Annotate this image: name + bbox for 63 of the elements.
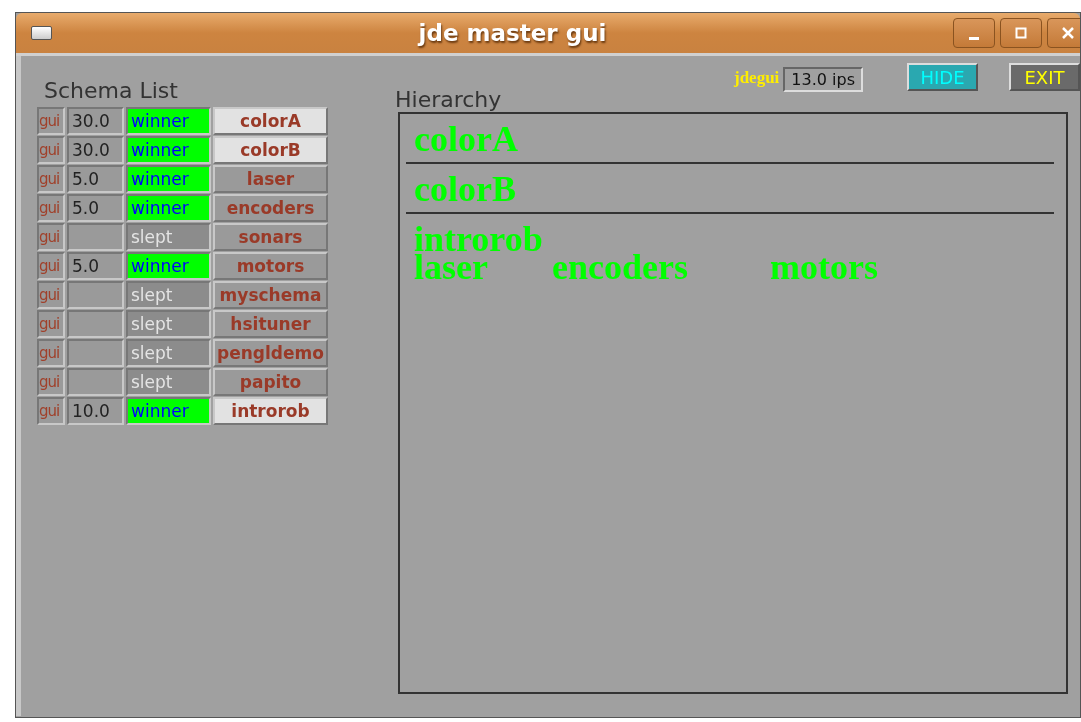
frequency-field: 5.0: [67, 194, 124, 222]
schema-button[interactable]: laser: [213, 165, 328, 193]
maximize-button[interactable]: [1000, 18, 1042, 48]
frequency-field: 10.0: [67, 397, 124, 425]
frequency-field: [67, 223, 124, 251]
state-field: winner: [126, 397, 211, 425]
state-field: slept: [126, 223, 211, 251]
gui-button[interactable]: gui: [37, 281, 65, 309]
schema-button[interactable]: hsituner: [213, 310, 328, 338]
frequency-field: 30.0: [67, 136, 124, 164]
gui-button[interactable]: gui: [37, 310, 65, 338]
gui-button[interactable]: gui: [37, 165, 65, 193]
frequency-field: 5.0: [67, 252, 124, 280]
schema-button[interactable]: papito: [213, 368, 328, 396]
schema-name: encoders: [551, 250, 688, 284]
close-button[interactable]: [1047, 18, 1080, 48]
frequency-field: 5.0: [67, 165, 124, 193]
panel-title: Hierarchy: [395, 87, 503, 112]
schema-button[interactable]: pengldemo: [213, 339, 328, 367]
panel-title: Schema List: [44, 78, 179, 103]
schema-button[interactable]: introrob: [213, 397, 328, 425]
frequency-field: 30.0: [67, 107, 124, 135]
frequency-field: [67, 368, 124, 396]
schema-name: colorA: [414, 122, 519, 156]
state-field: winner: [126, 136, 211, 164]
frequency-field: [67, 310, 124, 338]
gui-button[interactable]: gui: [37, 136, 65, 164]
gui-button[interactable]: gui: [37, 368, 65, 396]
maximize-icon: [1015, 27, 1027, 39]
schema-button[interactable]: sonars: [213, 223, 328, 251]
close-icon: [1062, 27, 1074, 39]
state-field: winner: [126, 194, 211, 222]
gui-button[interactable]: gui: [37, 339, 65, 367]
gui-button[interactable]: gui: [37, 252, 65, 280]
schema-button[interactable]: motors: [213, 252, 328, 280]
state-field: winner: [126, 107, 211, 135]
schema-button[interactable]: colorA: [213, 107, 328, 135]
gui-button[interactable]: gui: [37, 397, 65, 425]
state-field: slept: [126, 281, 211, 309]
gui-button[interactable]: gui: [37, 194, 65, 222]
schema-name: laser: [414, 250, 488, 284]
frequency-field: [67, 339, 124, 367]
hide-button[interactable]: HIDE: [907, 63, 978, 91]
schema-button[interactable]: encoders: [213, 194, 328, 222]
gui-button[interactable]: gui: [37, 223, 65, 251]
exit-button[interactable]: EXIT: [1009, 63, 1080, 91]
schema-name: motors: [769, 250, 878, 284]
schema-button[interactable]: myschema: [213, 281, 328, 309]
rate-display: 13.0 ips: [783, 67, 863, 92]
schema-name: colorB: [414, 172, 517, 206]
gui-button[interactable]: gui: [37, 107, 65, 135]
state-field: winner: [126, 165, 211, 193]
state-field: slept: [126, 368, 211, 396]
minimize-icon: [969, 36, 979, 40]
state-field: slept: [126, 310, 211, 338]
state-field: winner: [126, 252, 211, 280]
window-menu-icon[interactable]: [31, 26, 52, 40]
app-label: jdegui: [734, 68, 780, 88]
window-title: jde master gui: [416, 20, 608, 46]
state-field: slept: [126, 339, 211, 367]
schema-button[interactable]: colorB: [213, 136, 328, 164]
frequency-field: [67, 281, 124, 309]
minimize-button[interactable]: [953, 18, 995, 48]
